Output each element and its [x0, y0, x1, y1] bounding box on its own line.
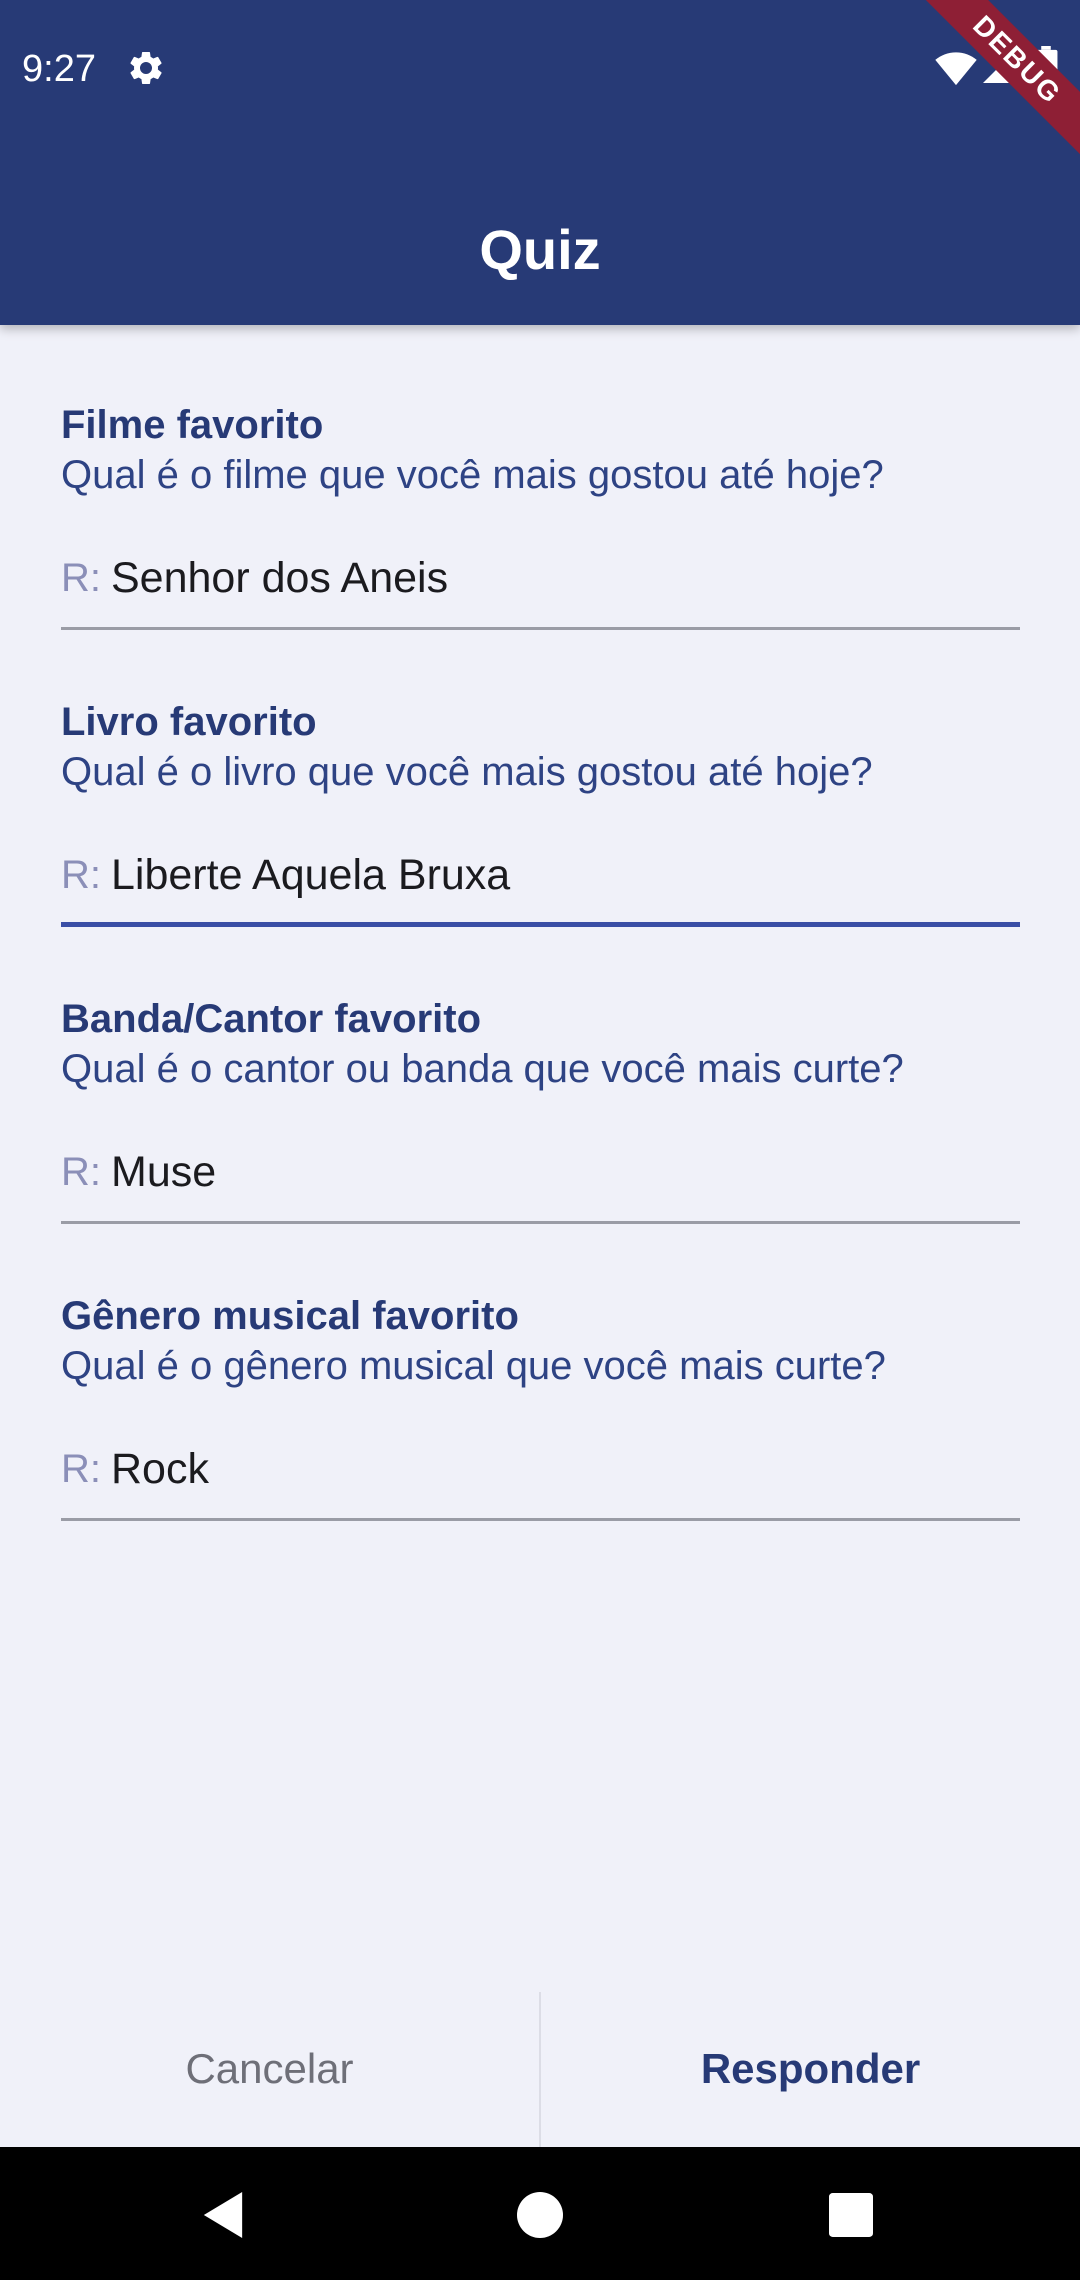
answer-prefix: R:	[61, 1446, 101, 1491]
cancel-button[interactable]: Cancelar	[0, 1990, 539, 2147]
question-card: Banda/Cantor favorito Qual é o cantor ou…	[61, 992, 1020, 1289]
answer-prefix: R:	[61, 1149, 101, 1194]
answer-field[interactable]: R: Rock	[61, 1424, 1020, 1514]
question-list: Filme favorito Qual é o filme que você m…	[61, 398, 1020, 1586]
home-icon[interactable]	[517, 2192, 563, 2238]
field-underline	[61, 1518, 1020, 1521]
answer-prefix: R:	[61, 555, 101, 600]
field-underline	[61, 627, 1020, 630]
field-underline-focused	[61, 922, 1020, 927]
question-title: Banda/Cantor favorito	[61, 997, 482, 1041]
wifi-icon	[935, 52, 977, 86]
system-nav-bar	[0, 2147, 1080, 2280]
question-card: Filme favorito Qual é o filme que você m…	[61, 398, 1020, 695]
question-card: Gênero musical favorito Qual é o gênero …	[61, 1289, 1020, 1586]
question-card: Livro favorito Qual é o livro que você m…	[61, 695, 1020, 992]
answer-value[interactable]: Rock	[111, 1445, 209, 1494]
action-bar: Cancelar Responder	[0, 1990, 1080, 2147]
submit-button[interactable]: Responder	[541, 1990, 1080, 2147]
question-title: Livro favorito	[61, 700, 317, 744]
recents-icon[interactable]	[829, 2193, 873, 2237]
question-text: Qual é o gênero musical que você mais cu…	[61, 1344, 886, 1388]
answer-field[interactable]: R: Liberte Aquela Bruxa	[61, 830, 1020, 920]
question-title: Filme favorito	[61, 403, 324, 447]
page-title: Quiz	[479, 218, 601, 281]
app-bar: 9:27 Quiz	[0, 0, 1080, 325]
back-icon[interactable]	[200, 2189, 246, 2241]
answer-prefix: R:	[61, 852, 101, 897]
question-text: Qual é o filme que você mais gostou até …	[61, 453, 884, 497]
settings-icon	[130, 51, 162, 84]
answer-field[interactable]: R: Muse	[61, 1127, 1020, 1217]
field-underline	[61, 1221, 1020, 1224]
question-text: Qual é o cantor ou banda que você mais c…	[61, 1047, 904, 1091]
question-title: Gênero musical favorito	[61, 1294, 519, 1338]
answer-value[interactable]: Senhor dos Aneis	[111, 554, 448, 603]
status-time: 9:27	[22, 48, 96, 90]
answer-value[interactable]: Muse	[111, 1148, 216, 1197]
quiz-screen: 9:27 Quiz DEBUG Filme favorito Qual é o …	[0, 0, 1080, 2280]
answer-field[interactable]: R: Senhor dos Aneis	[61, 533, 1020, 623]
question-text: Qual é o livro que você mais gostou até …	[61, 750, 873, 794]
answer-value[interactable]: Liberte Aquela Bruxa	[111, 851, 510, 900]
